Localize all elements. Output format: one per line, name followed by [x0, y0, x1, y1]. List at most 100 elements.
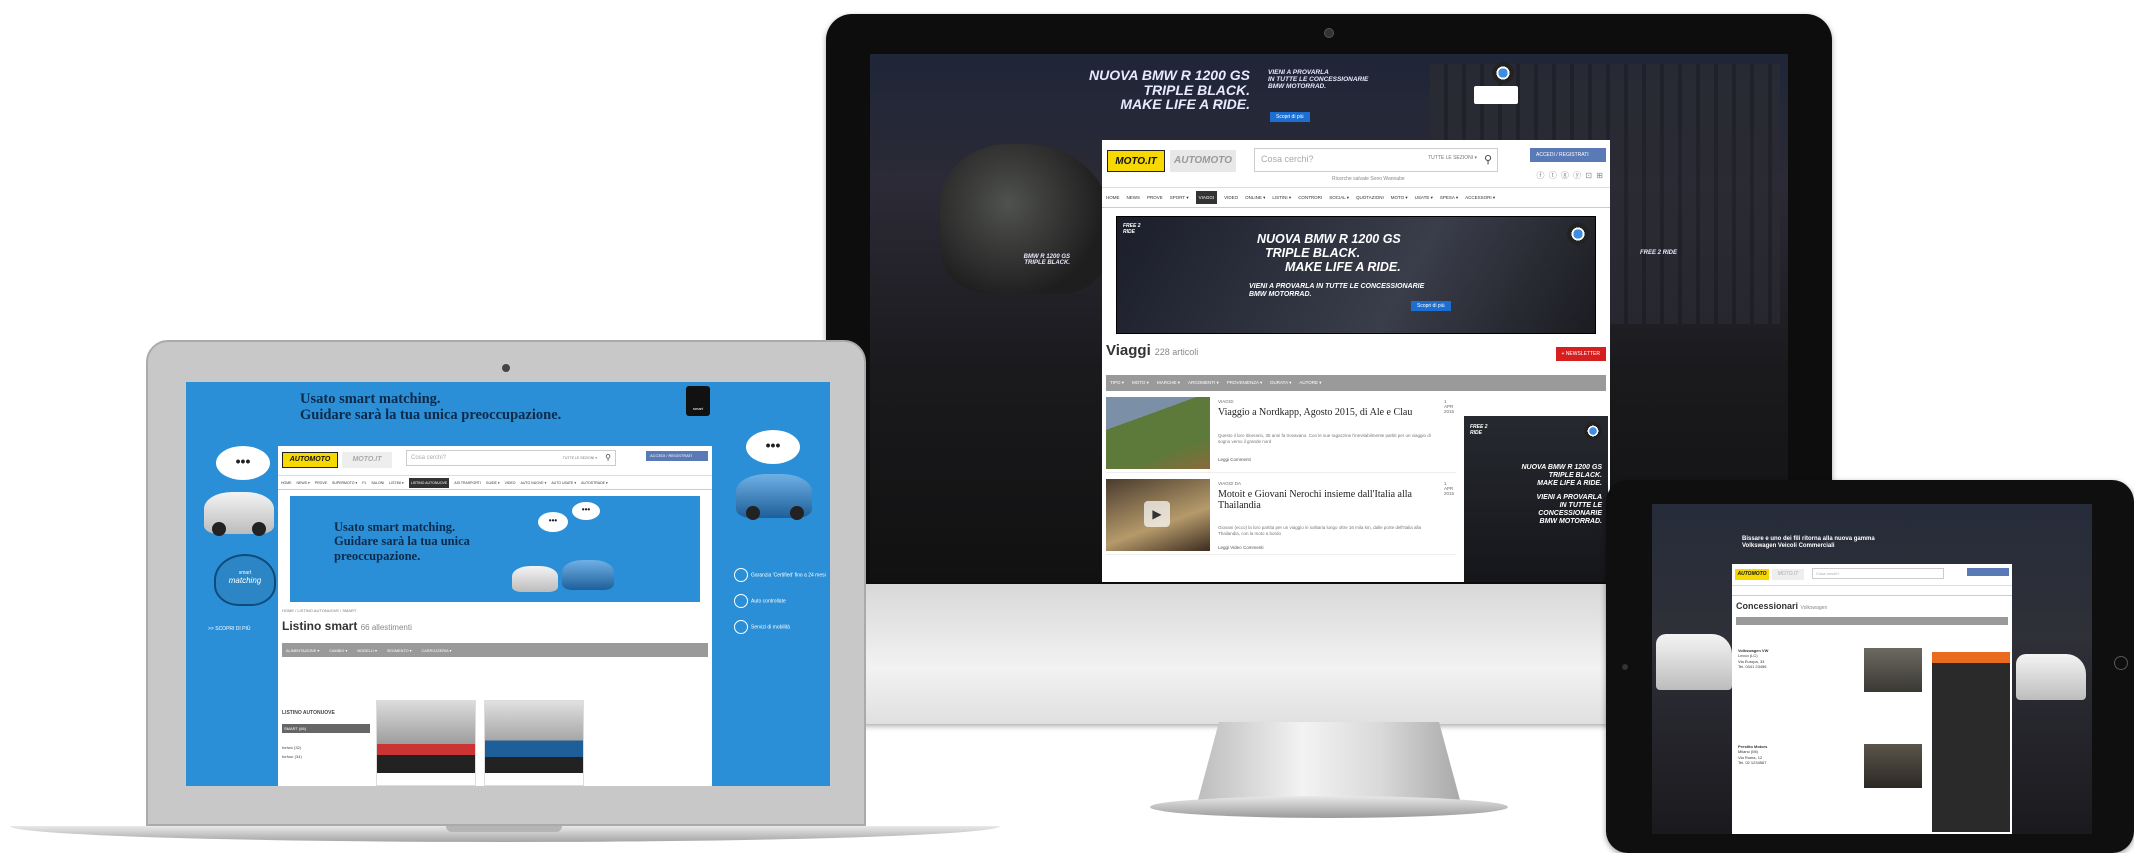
skin-ad-line: Bissare e uno dei fili ritorna alla nuov… — [1742, 536, 1875, 542]
filter-dropdown[interactable]: CAMBIO ▾ — [329, 648, 347, 653]
filter-dropdown[interactable]: TIPO ▾ — [1110, 380, 1124, 386]
moto-it-logo[interactable]: MOTO.IT — [1107, 150, 1165, 172]
filter-dropdown[interactable]: AUTORE ▾ — [1299, 380, 1321, 386]
nav-item[interactable]: ASI TRASPORTI — [454, 481, 481, 485]
article-item[interactable]: ▶ VIAGGI DA 1 APR 2015 Motoit e Giovani … — [1106, 479, 1456, 555]
article-thumbnail[interactable]: ▶ — [1106, 479, 1210, 551]
filter-dropdown[interactable]: CARROZZERIA ▾ — [422, 648, 452, 653]
automoto-logo[interactable]: AUTOMOTO — [282, 452, 338, 468]
nav-item[interactable]: NEWS — [1127, 195, 1141, 200]
search-input[interactable]: Cosa cerchi? TUTTE LE SEZIONI ▾ ⚲ — [406, 450, 616, 466]
nav-item[interactable]: CONTRORI — [1298, 195, 1322, 200]
nav-item[interactable]: SPESA ▾ — [1440, 195, 1458, 201]
speech-bubble-icon: ••• — [216, 446, 270, 480]
main-nav[interactable] — [1732, 586, 2012, 596]
dealer-photo[interactable] — [1864, 744, 1922, 788]
discover-more-link[interactable]: >> SCOPRI DI PIÙ — [208, 626, 251, 632]
article-thumbnail[interactable] — [1106, 397, 1210, 469]
nav-item[interactable]: F1 — [362, 481, 366, 485]
search-icon[interactable]: ⚲ — [605, 453, 611, 462]
login-button[interactable] — [1967, 568, 2009, 576]
model-card[interactable] — [376, 700, 476, 786]
banner-headline-line: TRIPLE BLACK. — [1265, 245, 1361, 260]
sidebar-ad[interactable] — [1932, 652, 2010, 832]
sidebar-bmw-ad[interactable]: FREE 2 RIDE NUOVA BMW R 1200 GS TRIPLE B… — [1464, 416, 1608, 582]
nav-item[interactable]: VIDEO — [1224, 195, 1238, 200]
smart-logo[interactable]: smart — [686, 386, 710, 416]
smart-banner-ad[interactable]: Usato smart matching. Guidare sarà la tu… — [290, 496, 700, 602]
nav-item[interactable]: SPORT ▾ — [1170, 195, 1189, 201]
nav-item[interactable]: LISTINI ▾ — [389, 481, 404, 485]
model-card[interactable] — [484, 700, 584, 786]
nav-item[interactable]: AUTO USATE ▾ — [551, 481, 576, 485]
article-item[interactable]: VIAGGI 1 APR 2015 Viaggio a Nordkapp, Ag… — [1106, 397, 1456, 473]
monitor-stand — [1198, 722, 1460, 800]
nav-item[interactable]: GUIDE ▾ — [486, 481, 500, 485]
nav-item[interactable]: LISTINI ▾ — [1272, 195, 1291, 201]
header-sub-links[interactable]: Ricerche salvate Sono Wannabe — [1332, 176, 1405, 182]
filter-dropdown[interactable]: ALIMENTAZIONE ▾ — [286, 648, 319, 653]
nav-item[interactable]: HOME — [1106, 195, 1120, 200]
breadcrumb[interactable]: HOME / LISTINO AUTONUOVE / SMART — [282, 608, 708, 613]
dealer-item[interactable]: Volkswagen VW Lecco (LC) Via Europa, 33 … — [1738, 648, 1858, 670]
article-meta[interactable]: Leggi Commenti — [1218, 457, 1251, 462]
home-button[interactable] — [2114, 656, 2128, 670]
nav-item[interactable]: ACCESSORI ▾ — [1465, 195, 1495, 201]
filter-dropdown[interactable]: MOTO ▾ — [1132, 380, 1149, 386]
filter-dropdown[interactable]: DURATA ▾ — [1270, 380, 1291, 386]
filter-dropdown[interactable]: ARGOMENTI ▾ — [1188, 380, 1219, 386]
main-nav: HOME NEWS ▾ PROVE SUPERMOTO ▾ F1 SALONI … — [278, 476, 712, 490]
dealer-photo[interactable] — [1864, 648, 1922, 692]
nav-item[interactable]: MOTO ▾ — [1391, 195, 1408, 201]
filter-dropdown[interactable]: PROVENIENZA ▾ — [1227, 380, 1263, 386]
skin-right-caption: FREE 2 RIDE — [1640, 250, 1678, 256]
filter-dropdown[interactable]: MODELLI ▾ — [357, 648, 377, 653]
search-section-select[interactable]: TUTTE LE SEZIONI ▾ — [1428, 155, 1477, 161]
nav-item-active[interactable]: VIAGGI — [1195, 191, 1218, 204]
nav-item[interactable]: ONLINE ▾ — [1245, 195, 1265, 201]
section-header: Viaggi 228 articoli + NEWSLETTER — [1106, 342, 1606, 361]
nav-item[interactable]: SUPERMOTO ▾ — [332, 481, 357, 485]
nav-item[interactable]: VIDEO — [505, 481, 516, 485]
nav-item[interactable]: SALONI — [371, 481, 384, 485]
nav-item[interactable]: SOCIAL ▾ — [1329, 195, 1349, 201]
article-title[interactable]: Viaggio a Nordkapp, Agosto 2015, di Ale … — [1218, 407, 1446, 418]
nav-item[interactable]: PROVE — [1147, 195, 1163, 200]
article-title[interactable]: Motoit e Giovani Nerochi insieme dall'It… — [1218, 489, 1446, 511]
model-card-image[interactable] — [485, 701, 583, 773]
bmw-banner-ad[interactable]: FREE 2 RIDE NUOVA BMW R 1200 GS TRIPLE B… — [1116, 216, 1596, 334]
play-video-icon[interactable]: ▶ — [1144, 501, 1170, 527]
nav-item[interactable]: HOME — [281, 481, 292, 485]
dealer-item[interactable]: Prestito Motors Milano (MI) Via Roma, 12… — [1738, 744, 1858, 766]
nav-item[interactable]: USATE ▾ — [1415, 195, 1433, 201]
sidebar-subheading[interactable]: SMART (66) — [282, 724, 370, 733]
moto-it-logo[interactable]: MOTO.IT — [342, 452, 392, 468]
newsletter-button[interactable]: + NEWSLETTER — [1555, 347, 1606, 361]
automoto-logo[interactable]: AUTOMOTO — [1735, 569, 1769, 580]
nav-item[interactable]: NEWS ▾ — [297, 481, 310, 485]
nav-item-active[interactable]: LISTINO AUTONUOVE — [408, 477, 450, 488]
nav-item[interactable]: AUTO NUOVE ▾ — [521, 481, 547, 485]
nav-item[interactable]: AUTOSTRADE ▾ — [581, 481, 608, 485]
search-input[interactable]: Cosa cerchi? — [1812, 568, 1944, 579]
nav-item[interactable]: PROVE — [315, 481, 327, 485]
login-button[interactable]: ACCEDI / REGISTRATI — [646, 451, 708, 461]
skin-cta-button[interactable]: Scopri di più — [1270, 112, 1310, 122]
moto-it-logo[interactable]: MOTO.IT — [1772, 569, 1804, 580]
sidebar-list-item[interactable]: forfour (34) — [282, 754, 370, 759]
automoto-logo[interactable]: AUTOMOTO — [1170, 150, 1236, 172]
model-card-image[interactable] — [377, 701, 475, 773]
login-button[interactable]: ACCEDI / REGISTRATI — [1530, 148, 1606, 162]
article-meta[interactable]: Leggi Video Commenti — [1218, 545, 1263, 550]
sidebar-list-item[interactable]: fortwo (32) — [282, 745, 370, 750]
search-section-select[interactable]: TUTTE LE SEZIONI ▾ — [563, 456, 597, 460]
search-icon[interactable]: ⚲ — [1484, 153, 1492, 166]
skin-ad-text[interactable]: Bissare e uno dei fili ritorna alla nuov… — [1732, 532, 2012, 564]
filter-dropdown[interactable]: MARCHE ▾ — [1157, 380, 1180, 386]
social-icons[interactable]: ⓕ ⓣ ⓖ ⓨ ⊡ ⊞ — [1536, 170, 1604, 181]
filter-dropdown[interactable]: SEGMENTO ▾ — [387, 648, 412, 653]
search-input[interactable]: Cosa cerchi? TUTTE LE SEZIONI ▾ ⚲ — [1254, 148, 1498, 172]
filter-bar[interactable] — [1736, 617, 2008, 625]
banner-cta-button[interactable]: Scopri di più — [1411, 301, 1451, 311]
nav-item[interactable]: QUOTAZIONI — [1356, 195, 1384, 200]
